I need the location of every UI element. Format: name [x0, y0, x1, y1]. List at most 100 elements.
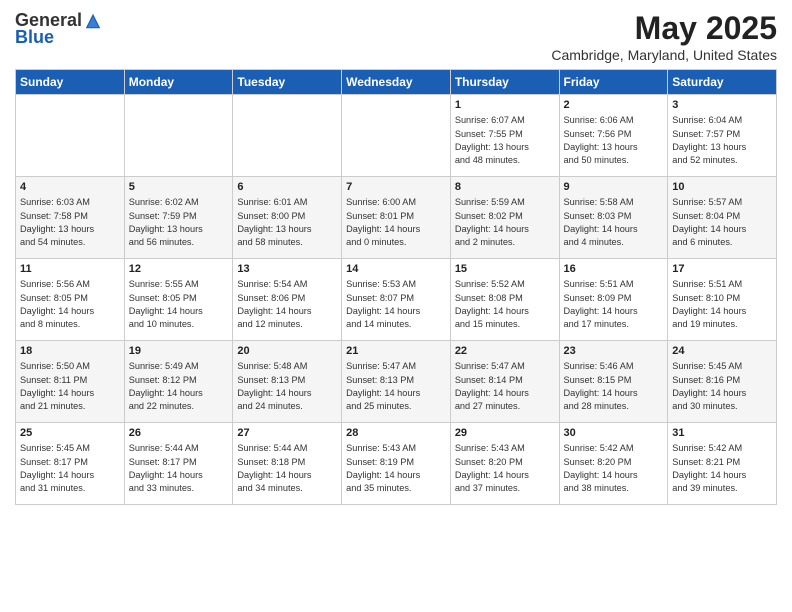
day-header-sunday: Sunday	[16, 70, 125, 95]
logo-blue: Blue	[15, 27, 54, 48]
day-number: 13	[237, 262, 337, 276]
calendar-cell: 10 Sunrise: 5:57 AM Sunset: 8:04 PM Dayli…	[668, 177, 777, 259]
day-info: Sunrise: 5:50 AM Sunset: 8:11 PM Dayligh…	[20, 361, 94, 411]
day-number: 4	[20, 180, 120, 194]
day-number: 9	[564, 180, 664, 194]
day-info: Sunrise: 5:57 AM Sunset: 8:04 PM Dayligh…	[672, 197, 746, 247]
calendar-cell: 13 Sunrise: 5:54 AM Sunset: 8:06 PM Dayli…	[233, 259, 342, 341]
day-info: Sunrise: 5:42 AM Sunset: 8:21 PM Dayligh…	[672, 443, 746, 493]
day-info: Sunrise: 5:44 AM Sunset: 8:17 PM Dayligh…	[129, 443, 203, 493]
day-header-thursday: Thursday	[450, 70, 559, 95]
day-number: 28	[346, 426, 446, 440]
calendar-cell: 22Sunrise: 5:47 AM Sunset: 8:14 PM Dayli…	[450, 341, 559, 423]
day-info: Sunrise: 6:07 AM Sunset: 7:55 PM Dayligh…	[455, 115, 529, 165]
calendar-cell: 30 Sunrise: 5:42 AM Sunset: 8:20 PM Dayli…	[559, 423, 668, 505]
day-number: 18	[20, 344, 120, 358]
week-row-3: 11Sunrise: 5:56 AM Sunset: 8:05 PM Dayli…	[16, 259, 777, 341]
title-block: May 2025 Cambridge, Maryland, United Sta…	[551, 10, 777, 63]
day-number: 29	[455, 426, 555, 440]
calendar-table: SundayMondayTuesdayWednesdayThursdayFrid…	[15, 69, 777, 505]
day-info: Sunrise: 5:53 AM Sunset: 8:07 PM Dayligh…	[346, 279, 420, 329]
calendar-header: SundayMondayTuesdayWednesdayThursdayFrid…	[16, 70, 777, 95]
day-number: 21	[346, 344, 446, 358]
day-info: Sunrise: 6:00 AM Sunset: 8:01 PM Dayligh…	[346, 197, 420, 247]
calendar-cell: 3 Sunrise: 6:04 AM Sunset: 7:57 PM Daylig…	[668, 95, 777, 177]
calendar-cell: 29 Sunrise: 5:43 AM Sunset: 8:20 PM Dayli…	[450, 423, 559, 505]
day-info: Sunrise: 5:45 AM Sunset: 8:16 PM Dayligh…	[672, 361, 746, 411]
calendar-cell: 9 Sunrise: 5:58 AM Sunset: 8:03 PM Daylig…	[559, 177, 668, 259]
day-info: Sunrise: 6:02 AM Sunset: 7:59 PM Dayligh…	[129, 197, 203, 247]
calendar-cell: 28 Sunrise: 5:43 AM Sunset: 8:19 PM Dayli…	[342, 423, 451, 505]
week-row-2: 4 Sunrise: 6:03 AM Sunset: 7:58 PM Daylig…	[16, 177, 777, 259]
subtitle: Cambridge, Maryland, United States	[551, 47, 777, 63]
day-info: Sunrise: 5:52 AM Sunset: 8:08 PM Dayligh…	[455, 279, 529, 329]
calendar-cell	[124, 95, 233, 177]
day-number: 26	[129, 426, 229, 440]
day-info: Sunrise: 5:44 AM Sunset: 8:18 PM Dayligh…	[237, 443, 311, 493]
calendar-cell: 15 Sunrise: 5:52 AM Sunset: 8:08 PM Dayli…	[450, 259, 559, 341]
day-number: 19	[129, 344, 229, 358]
day-header-tuesday: Tuesday	[233, 70, 342, 95]
day-number: 14	[346, 262, 446, 276]
calendar-page: General Blue May 2025 Cambridge, Marylan…	[0, 0, 792, 612]
day-info: Sunrise: 5:55 AM Sunset: 8:05 PM Dayligh…	[129, 279, 203, 329]
day-info: Sunrise: 5:47 AM Sunset: 8:14 PM Dayligh…	[455, 361, 529, 411]
calendar-cell: 5 Sunrise: 6:02 AM Sunset: 7:59 PM Daylig…	[124, 177, 233, 259]
calendar-cell: 26 Sunrise: 5:44 AM Sunset: 8:17 PM Dayli…	[124, 423, 233, 505]
day-number: 24	[672, 344, 772, 358]
calendar-cell: 16 Sunrise: 5:51 AM Sunset: 8:09 PM Dayli…	[559, 259, 668, 341]
week-row-5: 25 Sunrise: 5:45 AM Sunset: 8:17 PM Dayli…	[16, 423, 777, 505]
day-number: 1	[455, 98, 555, 112]
day-info: Sunrise: 5:43 AM Sunset: 8:19 PM Dayligh…	[346, 443, 420, 493]
day-number: 25	[20, 426, 120, 440]
calendar-cell: 7 Sunrise: 6:00 AM Sunset: 8:01 PM Daylig…	[342, 177, 451, 259]
day-number: 15	[455, 262, 555, 276]
day-info: Sunrise: 6:03 AM Sunset: 7:58 PM Dayligh…	[20, 197, 94, 247]
calendar-cell: 18 Sunrise: 5:50 AM Sunset: 8:11 PM Dayli…	[16, 341, 125, 423]
calendar-cell: 21Sunrise: 5:47 AM Sunset: 8:13 PM Dayli…	[342, 341, 451, 423]
day-header-friday: Friday	[559, 70, 668, 95]
day-info: Sunrise: 6:04 AM Sunset: 7:57 PM Dayligh…	[672, 115, 746, 165]
day-number: 3	[672, 98, 772, 112]
logo: General Blue	[15, 10, 102, 48]
day-info: Sunrise: 5:51 AM Sunset: 8:09 PM Dayligh…	[564, 279, 638, 329]
day-info: Sunrise: 5:42 AM Sunset: 8:20 PM Dayligh…	[564, 443, 638, 493]
calendar-cell	[233, 95, 342, 177]
calendar-cell: 23 Sunrise: 5:46 AM Sunset: 8:15 PM Dayli…	[559, 341, 668, 423]
day-number: 7	[346, 180, 446, 194]
day-number: 10	[672, 180, 772, 194]
calendar-cell: 4 Sunrise: 6:03 AM Sunset: 7:58 PM Daylig…	[16, 177, 125, 259]
day-number: 2	[564, 98, 664, 112]
day-info: Sunrise: 6:01 AM Sunset: 8:00 PM Dayligh…	[237, 197, 311, 247]
day-info: Sunrise: 5:46 AM Sunset: 8:15 PM Dayligh…	[564, 361, 638, 411]
day-number: 30	[564, 426, 664, 440]
day-info: Sunrise: 5:54 AM Sunset: 8:06 PM Dayligh…	[237, 279, 311, 329]
calendar-cell: 27 Sunrise: 5:44 AM Sunset: 8:18 PM Dayli…	[233, 423, 342, 505]
day-number: 8	[455, 180, 555, 194]
day-number: 23	[564, 344, 664, 358]
day-number: 16	[564, 262, 664, 276]
calendar-cell: 19 Sunrise: 5:49 AM Sunset: 8:12 PM Dayli…	[124, 341, 233, 423]
day-number: 11	[20, 262, 120, 276]
day-header-monday: Monday	[124, 70, 233, 95]
calendar-cell: 24 Sunrise: 5:45 AM Sunset: 8:16 PM Dayli…	[668, 341, 777, 423]
week-row-1: 1 Sunrise: 6:07 AM Sunset: 7:55 PM Daylig…	[16, 95, 777, 177]
day-info: Sunrise: 5:49 AM Sunset: 8:12 PM Dayligh…	[129, 361, 203, 411]
header: General Blue May 2025 Cambridge, Marylan…	[15, 10, 777, 63]
calendar-cell: 6 Sunrise: 6:01 AM Sunset: 8:00 PM Daylig…	[233, 177, 342, 259]
day-info: Sunrise: 5:43 AM Sunset: 8:20 PM Dayligh…	[455, 443, 529, 493]
day-header-wednesday: Wednesday	[342, 70, 451, 95]
day-info: Sunrise: 5:58 AM Sunset: 8:03 PM Dayligh…	[564, 197, 638, 247]
day-number: 6	[237, 180, 337, 194]
calendar-cell	[342, 95, 451, 177]
day-number: 12	[129, 262, 229, 276]
calendar-cell: 1 Sunrise: 6:07 AM Sunset: 7:55 PM Daylig…	[450, 95, 559, 177]
day-info: Sunrise: 5:45 AM Sunset: 8:17 PM Dayligh…	[20, 443, 94, 493]
calendar-cell: 17Sunrise: 5:51 AM Sunset: 8:10 PM Dayli…	[668, 259, 777, 341]
day-number: 5	[129, 180, 229, 194]
day-number: 31	[672, 426, 772, 440]
day-number: 27	[237, 426, 337, 440]
calendar-cell: 12 Sunrise: 5:55 AM Sunset: 8:05 PM Dayli…	[124, 259, 233, 341]
week-row-4: 18 Sunrise: 5:50 AM Sunset: 8:11 PM Dayli…	[16, 341, 777, 423]
calendar-cell: 14 Sunrise: 5:53 AM Sunset: 8:07 PM Dayli…	[342, 259, 451, 341]
